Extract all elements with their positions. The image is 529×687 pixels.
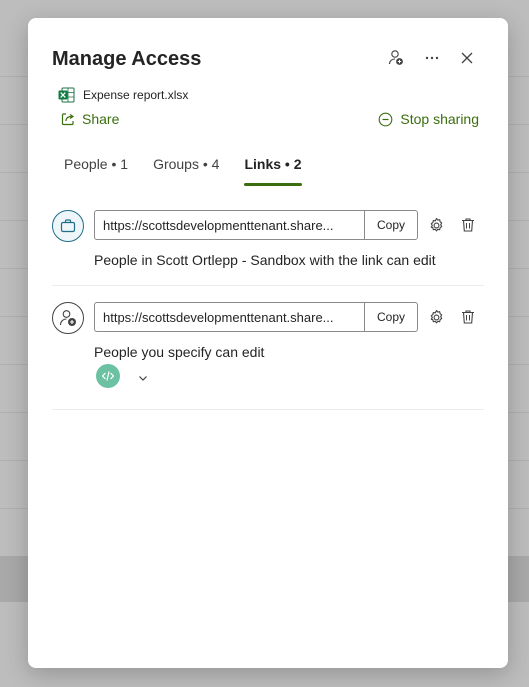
person-add-icon — [59, 310, 76, 326]
link-settings-button[interactable] — [426, 307, 446, 327]
stop-sharing-button[interactable]: Stop sharing — [378, 111, 479, 127]
link-url-group: Copy — [94, 302, 418, 332]
divider — [52, 285, 484, 286]
link-url-field[interactable] — [94, 210, 364, 240]
delete-link-button[interactable] — [458, 215, 478, 235]
tab-links[interactable]: Links • 2 — [244, 156, 302, 186]
gear-icon — [430, 217, 442, 231]
add-person-icon — [388, 50, 403, 65]
share-label: Share — [82, 111, 120, 127]
trash-icon — [462, 310, 474, 324]
code-icon — [101, 371, 115, 381]
link-type-avatar — [52, 210, 84, 242]
file-name: Expense report.xlsx — [83, 88, 189, 102]
link-url-group: Copy — [94, 210, 418, 240]
dialog-title: Manage Access — [52, 48, 202, 70]
excel-icon — [58, 87, 75, 103]
file-info: Expense report.xlsx — [58, 87, 188, 103]
stop-sharing-icon — [379, 112, 393, 126]
link-settings-button[interactable] — [426, 215, 446, 235]
link-type-avatar — [52, 302, 84, 334]
manage-access-dialog: Manage Access Expense report.xlsx Share … — [28, 18, 508, 668]
tab-people[interactable]: People • 1 — [64, 156, 128, 180]
share-button[interactable]: Share — [61, 111, 119, 127]
close-icon — [461, 52, 473, 64]
link-permission-description: People you specify can edit — [94, 344, 265, 360]
link-item-org: Copy People in Scott Ortlepp - Sandbox w… — [52, 210, 484, 286]
recipient-avatar[interactable] — [96, 364, 120, 388]
trash-icon — [462, 218, 474, 232]
access-tabs: People • 1 Groups • 4 Links • 2 — [64, 156, 302, 186]
close-button[interactable] — [456, 47, 478, 69]
link-url-field[interactable] — [94, 302, 364, 332]
more-options-button[interactable] — [421, 47, 443, 69]
delete-link-button[interactable] — [458, 307, 478, 327]
copy-link-button[interactable]: Copy — [364, 302, 418, 332]
link-permission-description: People in Scott Ortlepp - Sandbox with t… — [94, 252, 436, 268]
more-icon — [425, 56, 439, 60]
copy-link-button[interactable]: Copy — [364, 210, 418, 240]
tab-groups[interactable]: Groups • 4 — [153, 156, 219, 180]
stop-sharing-label: Stop sharing — [400, 111, 479, 127]
expand-recipients-button[interactable] — [136, 371, 150, 385]
share-icon — [61, 113, 75, 126]
briefcase-icon — [60, 219, 76, 233]
chevron-down-icon — [139, 376, 147, 381]
add-person-button[interactable] — [385, 47, 407, 69]
link-item-specific-people: Copy People you specify can edit — [52, 302, 484, 410]
divider — [52, 409, 484, 410]
gear-icon — [430, 309, 442, 323]
